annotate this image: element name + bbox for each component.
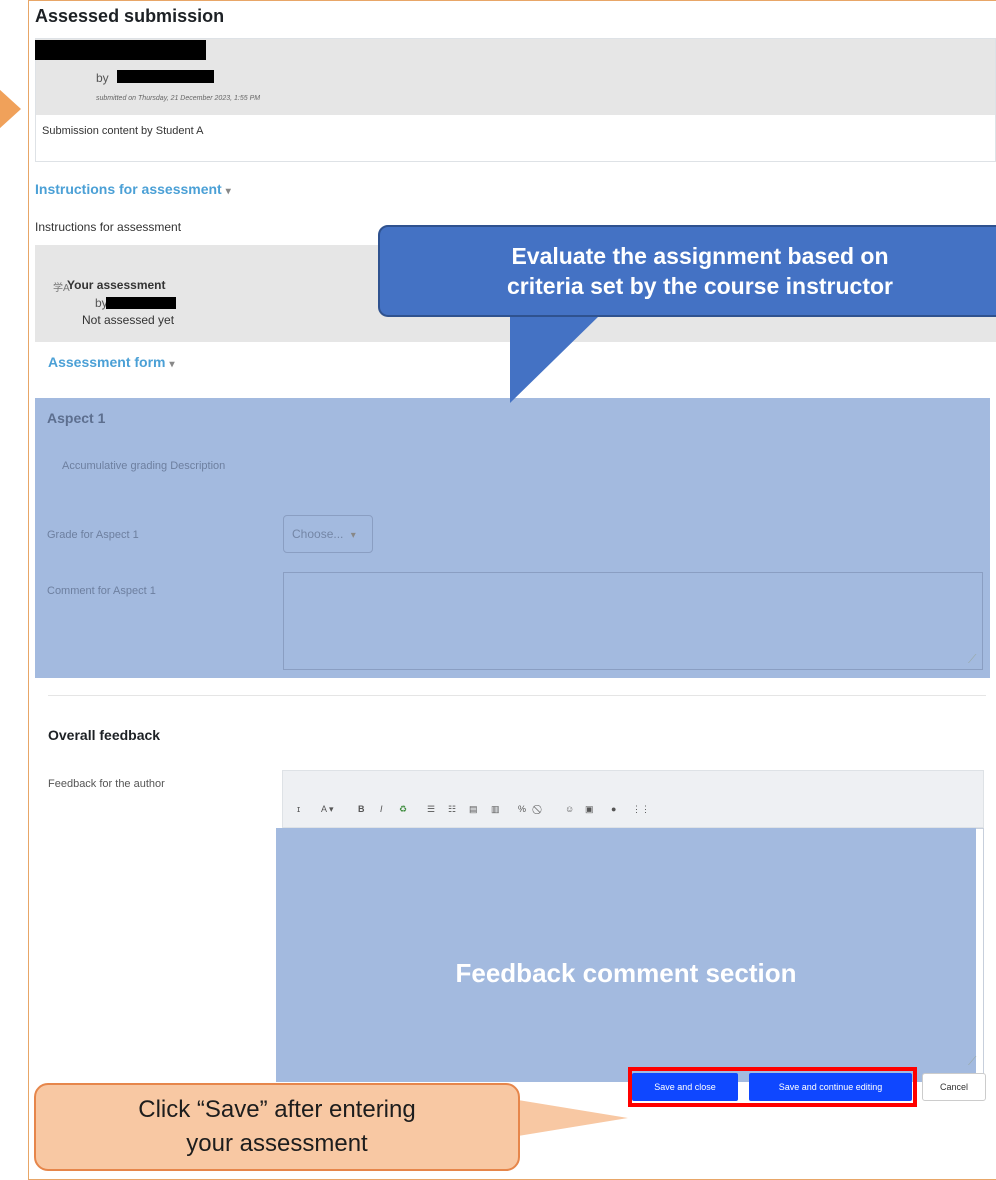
- emoji-icon[interactable]: ☺: [565, 804, 574, 814]
- chevron-down-icon: ▾: [350, 530, 356, 541]
- orange-callout-line-1: Click “Save” after entering: [138, 1096, 416, 1123]
- indent-icon[interactable]: ▥: [491, 804, 500, 815]
- overall-feedback-heading: Overall feedback: [48, 727, 161, 743]
- recycle-icon[interactable]: ♻: [399, 804, 407, 815]
- editor-toolbar: ɪ A ▾ B I ♻ ☰ ☷ ▤ ▥ % ⃠ ☺ ▣ ● ⋮⋮: [282, 770, 984, 828]
- redacted-assessor-name: [106, 297, 176, 309]
- feedback-author-label: Feedback for the author: [48, 778, 165, 790]
- media-icon[interactable]: ●: [611, 804, 616, 814]
- blue-callout-text: Evaluate the assignment based on criteri…: [506, 243, 893, 299]
- italic-icon[interactable]: I: [380, 804, 383, 814]
- submission-timestamp: submitted on Thursday, 21 December 2023,…: [96, 95, 261, 102]
- feedback-area-annotation: Feedback comment section: [455, 958, 797, 988]
- resize-grip-icon[interactable]: ⟋: [968, 1054, 976, 1069]
- orange-arrow-marker: [0, 89, 21, 129]
- resize-grip-icon[interactable]: ⟋: [968, 652, 976, 667]
- save-and-close-button[interactable]: Save and close: [632, 1073, 738, 1101]
- redacted-author-name: [117, 70, 214, 83]
- more-icon[interactable]: ⋮⋮: [632, 804, 650, 815]
- assessment-form-heading-label: Assessment form: [48, 354, 166, 370]
- chevron-down-icon: ▾: [169, 359, 175, 370]
- aspect-title: Aspect 1: [47, 410, 106, 426]
- instructions-heading-label: Instructions for assessment: [35, 181, 222, 197]
- orange-callout-text: Click “Save” after entering your assessm…: [36, 1093, 518, 1161]
- save-and-continue-button[interactable]: Save and continue editing: [749, 1073, 912, 1101]
- cancel-button[interactable]: Cancel: [922, 1073, 986, 1101]
- aspect-highlight-area: Aspect 1 Accumulative grading Descriptio…: [35, 398, 990, 678]
- section-divider: [48, 695, 986, 696]
- submission-by-label: by: [96, 71, 109, 85]
- aspect-comment-textarea[interactable]: [283, 572, 983, 670]
- unordered-list-icon[interactable]: ☰: [427, 804, 435, 815]
- aspect-description: Accumulative grading Description: [62, 460, 226, 472]
- orange-callout: Click “Save” after entering your assessm…: [34, 1083, 520, 1171]
- assessment-status: Not assessed yet: [82, 313, 175, 327]
- font-style-icon[interactable]: A ▾: [321, 804, 334, 815]
- toolbar-collapse-icon[interactable]: ɪ: [297, 804, 300, 814]
- redacted-submission-title: [35, 40, 206, 60]
- grade-select[interactable]: Choose... ▾: [283, 515, 373, 553]
- page-title: Assessed submission: [35, 6, 225, 26]
- image-icon[interactable]: ▣: [585, 804, 594, 815]
- instructions-text: Instructions for assessment: [35, 220, 182, 234]
- instructions-heading[interactable]: Instructions for assessment ▾: [35, 181, 231, 197]
- ordered-list-icon[interactable]: ☷: [448, 804, 456, 815]
- orange-callout-tail: [518, 1100, 628, 1136]
- your-assessment-title: Your assessment: [67, 278, 166, 292]
- grade-label: Grade for Aspect 1: [47, 529, 139, 541]
- outdent-icon[interactable]: ▤: [469, 804, 478, 815]
- blue-callout-tail: [510, 315, 600, 403]
- grade-select-value: Choose...: [292, 527, 344, 541]
- bold-icon[interactable]: B: [358, 804, 365, 814]
- chevron-down-icon: ▾: [225, 186, 231, 197]
- submission-content: Submission content by Student A: [42, 125, 204, 137]
- comment-label: Comment for Aspect 1: [47, 585, 156, 597]
- link-icon[interactable]: %: [518, 804, 526, 814]
- feedback-editor-area[interactable]: Feedback comment section: [276, 828, 976, 1082]
- assessment-form-heading[interactable]: Assessment form ▾: [48, 354, 175, 370]
- blue-callout: Evaluate the assignment based on criteri…: [378, 225, 996, 317]
- orange-callout-line-2: your assessment: [186, 1130, 368, 1157]
